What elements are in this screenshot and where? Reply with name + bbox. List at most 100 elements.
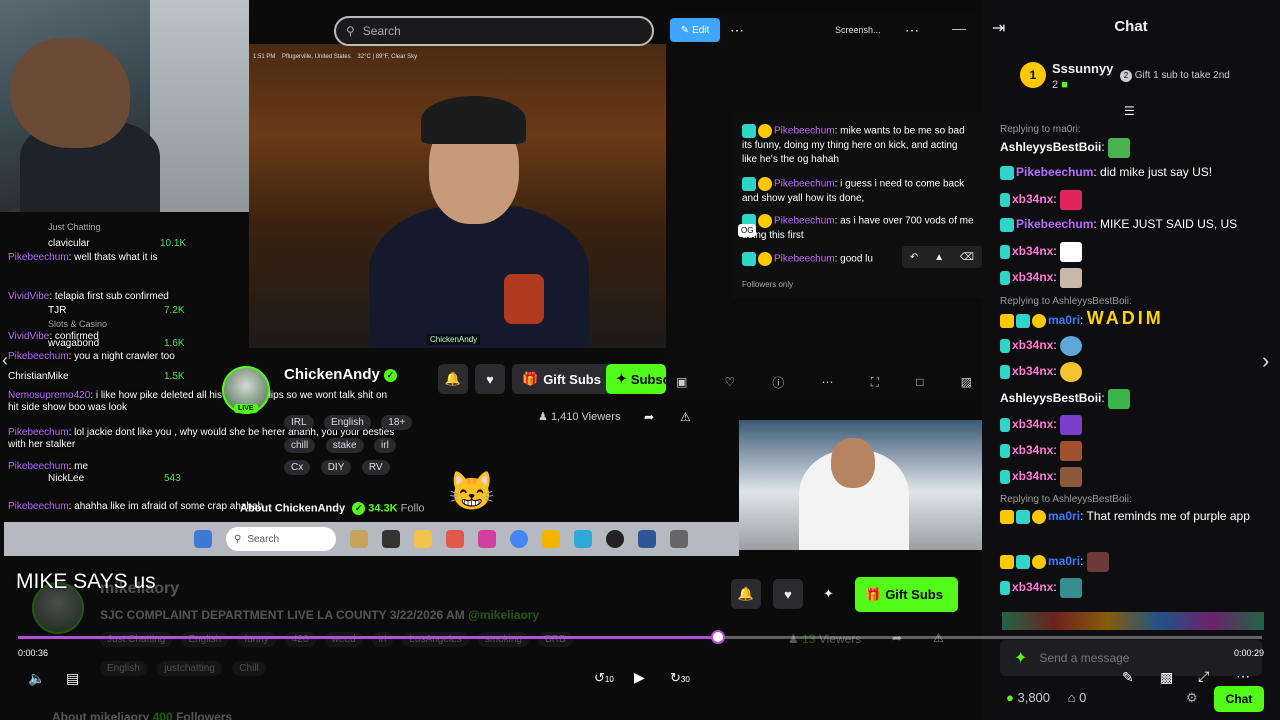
subscribe-button[interactable]: ✦Subsc — [606, 364, 666, 394]
play-icon[interactable]: ▶ — [634, 669, 645, 686]
dots-icon[interactable]: ⋯ — [822, 375, 834, 389]
star-icon: ✦ — [616, 371, 627, 386]
rank-two-icon: 2 — [1120, 70, 1132, 82]
edit-button[interactable]: ✎ Edit — [670, 18, 720, 42]
os-taskbar: ⚲ Search — [4, 522, 739, 556]
tag-chip[interactable]: RV — [361, 460, 390, 475]
taskview-icon[interactable] — [382, 530, 400, 548]
chat-message[interactable]: xb34nx: — [1000, 467, 1272, 487]
report-icon[interactable]: ⚠ — [680, 410, 691, 424]
crop-icon[interactable]: ⛶ — [871, 375, 879, 390]
chat-message[interactable]: ma0ri: That reminds me of purple app — [1000, 508, 1272, 524]
gift-subs-button[interactable]: 🎁 Gift Subs — [512, 364, 611, 394]
next-arrow-icon[interactable]: › — [1262, 348, 1269, 374]
channel-name[interactable]: ChickenAndy ✓ — [284, 366, 397, 383]
more-icon[interactable]: ⋯ — [730, 22, 744, 39]
chrome-icon[interactable] — [510, 530, 528, 548]
chat-message[interactable]: xb34nx: — [1000, 190, 1272, 210]
filter-icon[interactable]: ☰ — [1124, 104, 1135, 118]
app-icon[interactable] — [478, 530, 496, 548]
chat-message[interactable]: ma0ri: WADIM — [1000, 309, 1272, 328]
chat-message[interactable]: xb34nx: — [1000, 268, 1272, 288]
undo-icon[interactable]: ↶ — [910, 252, 918, 263]
camera-icon[interactable]: ▨ — [961, 375, 972, 389]
seek-handle[interactable] — [711, 630, 725, 644]
gift-icon: 🎁 — [865, 586, 882, 602]
chat-message[interactable]: xb34nx: — [1000, 441, 1272, 461]
about-channel: About ChickenAndy ✓ 34.3K Follo — [240, 502, 425, 515]
top-gifter-name[interactable]: Sssunnyy — [1052, 61, 1113, 76]
chat-message[interactable]: xb34nx: — [1000, 336, 1272, 356]
miniplayer-icon[interactable]: ▩ — [1160, 669, 1173, 686]
pencil-icon: ✎ — [680, 24, 690, 36]
chat-message[interactable]: xb34nx: — [1000, 242, 1272, 262]
tag-chip[interactable]: Cx — [284, 460, 311, 475]
viewers-icon: ♟ — [538, 411, 548, 423]
search-input[interactable]: ⚲ Search — [334, 16, 654, 46]
tag-chip[interactable]: DIY — [320, 460, 352, 475]
trash-icon[interactable]: ⌫ — [960, 252, 974, 263]
video-watermark: ChickenAndy — [427, 334, 481, 345]
volume-icon[interactable]: 🔈 — [28, 670, 45, 687]
popup-more-icon[interactable]: ⋯ — [905, 22, 919, 39]
weather-icon[interactable] — [350, 530, 368, 548]
reply-indicator: Replying to AshleyysBestBoii: — [1000, 494, 1132, 505]
main-stream-video[interactable]: 1:51 PM Pflugerville, United States 32°C… — [249, 44, 666, 348]
heart-outline-icon[interactable]: ♡ — [724, 375, 735, 389]
points-balance[interactable]: ● 3,800 ⌂ 0 — [1006, 690, 1086, 705]
captions-icon[interactable]: ▤ — [66, 670, 79, 687]
tag-chip[interactable]: irl — [374, 438, 396, 453]
sparkle-icon: ✦ — [1014, 650, 1028, 667]
taskbar-search[interactable]: ⚲ Search — [226, 527, 336, 551]
word-icon[interactable] — [638, 530, 656, 548]
folder-icon[interactable] — [414, 530, 432, 548]
prev-arrow-icon[interactable]: ‹ — [2, 350, 8, 371]
chat-message[interactable]: AshleyysBestBoii: — [1000, 389, 1272, 409]
settings-icon[interactable]: ⚙ — [1186, 690, 1198, 706]
sparkle-icon[interactable]: ✦ — [823, 586, 834, 602]
app5-icon[interactable] — [670, 530, 688, 548]
search-icon: ⚲ — [346, 24, 355, 38]
fullscreen-exit-icon[interactable]: ⤢ — [1198, 668, 1209, 685]
minimize-icon[interactable]: — — [952, 20, 966, 36]
chat-message[interactable]: xb34nx: — [1000, 415, 1272, 435]
player-more-icon[interactable]: ⋯ — [1236, 668, 1250, 685]
overlay-chat: clavicular 10.1K Pikebeechum: well thats… — [8, 222, 395, 512]
copilot-icon[interactable] — [446, 530, 464, 548]
tag-chip[interactable]: English — [324, 415, 371, 430]
video-icon[interactable]: ▣ — [676, 375, 687, 389]
gift-icon: 🎁 — [522, 371, 539, 386]
start-icon[interactable] — [194, 530, 212, 548]
forward-button[interactable]: ↻30 — [670, 670, 690, 686]
share-icon[interactable]: ➦ — [644, 410, 654, 424]
tag-chip[interactable]: stake — [325, 438, 364, 453]
chat-message[interactable]: ma0ri: — [1000, 552, 1272, 572]
notification-bell-button[interactable]: 🔔 — [438, 364, 468, 394]
tag-chip[interactable]: chill — [284, 438, 316, 453]
edit-pencil-icon[interactable]: ✎ — [1122, 669, 1134, 686]
current-time: 0:00:36 — [18, 648, 49, 658]
expand-icon[interactable]: □ — [916, 375, 923, 389]
chat-send-button[interactable]: Chat — [1214, 686, 1264, 712]
vault-icon: ⌂ — [1067, 690, 1076, 705]
lower-gift-subs-button[interactable]: 🎁 Gift Subs — [855, 577, 958, 612]
tag-chip[interactable]: IRL — [284, 415, 314, 430]
top-gifter-count: 2 ■ — [1052, 79, 1068, 91]
chat-message[interactable]: AshleyysBestBoii: — [1000, 138, 1272, 158]
reply-indicator: Replying to AshleyysBestBoii: — [1000, 296, 1132, 307]
tag-chip[interactable]: 18+ — [381, 415, 413, 430]
lower-tags: Just Chatting English funny 420 weed irl… — [100, 632, 579, 647]
info-icon[interactable]: ⓘ — [772, 374, 784, 391]
app4-icon[interactable] — [606, 530, 624, 548]
chat-message[interactable]: Pikebeechum: MIKE JUST SAID US, US — [1000, 216, 1272, 232]
chat-message[interactable]: xb34nx: — [1000, 362, 1272, 382]
chat-message[interactable]: Pikebeechum: did mike just say US! — [1000, 164, 1272, 180]
follow-heart-button[interactable]: ♥ — [475, 364, 505, 394]
app3-icon[interactable] — [574, 530, 592, 548]
rewind-button[interactable]: ↺10 — [594, 670, 614, 686]
lower-heart-button[interactable]: ♥ — [773, 579, 803, 609]
app2-icon[interactable] — [542, 530, 560, 548]
lower-bell-button[interactable]: 🔔 — [731, 579, 761, 609]
chat-message[interactable]: xb34nx: — [1000, 578, 1272, 598]
pin-icon[interactable]: ▲ — [934, 252, 944, 263]
